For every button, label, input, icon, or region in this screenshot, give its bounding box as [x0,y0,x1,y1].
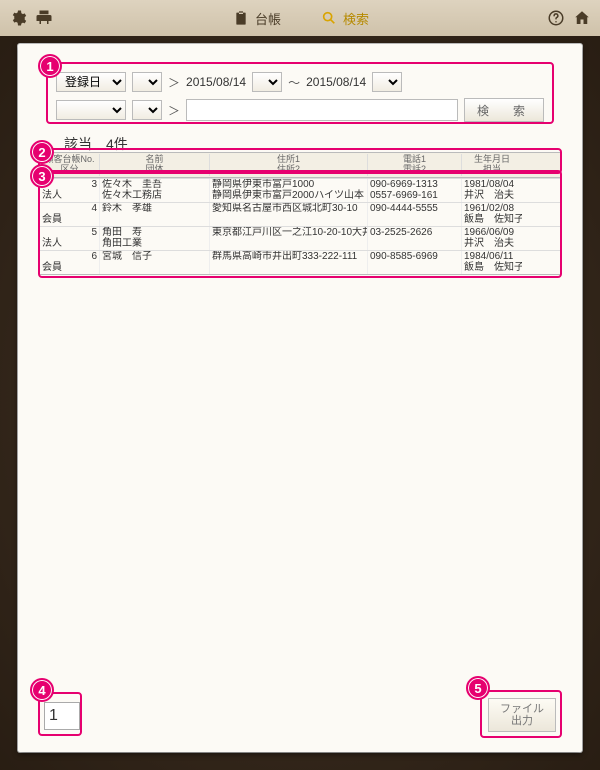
print-icon[interactable] [34,8,54,28]
top-toolbar: 台帳 検索 [0,0,600,37]
search-field2-select[interactable] [56,100,126,120]
paper-panel: 1 登録日 ＞ 2015/08/14 ～ 2015/08/14 ＞ 検 索 該当… [18,44,582,752]
date-from[interactable]: 2015/08/14 [186,75,246,89]
table-body: 3法人 佐々木 圭吾佐々木工務店 静岡県伊東市富戸1000静岡県伊東市富戸200… [40,178,560,275]
search-button[interactable]: 検索 [319,8,369,28]
gear-icon[interactable] [8,8,28,28]
run-search-button[interactable]: 検 索 [464,98,544,122]
date-to-extra[interactable] [372,72,402,92]
marker-5: 5 [466,676,490,700]
file-export-button[interactable]: ファイル 出力 [488,698,556,732]
search-field-select[interactable]: 登録日 [56,72,126,92]
ledger-label: 台帳 [255,9,281,28]
ledger-button[interactable]: 台帳 [231,8,281,28]
clipboard-icon [231,8,251,28]
result-table: 顧客台帳No.区分 名前団体 住所1住所2 電話1電話2 生年月日担当 3法人 … [40,152,560,275]
table-row[interactable]: 5法人 角田 寿角田工業 東京都江戸川区一之江10-20-10大井 03-252… [40,226,560,250]
help-icon[interactable] [546,8,566,28]
table-row[interactable]: 6会員 宮城 信子 群馬県高崎市井出町333-222-111 090-8585-… [40,250,560,274]
search-form: 登録日 ＞ 2015/08/14 ～ 2015/08/14 ＞ 検 索 [48,66,552,136]
home-icon[interactable] [572,8,592,28]
marker-1: 1 [38,54,62,78]
gt-2: ＞ [168,102,180,119]
date-from-extra[interactable] [252,72,282,92]
marker-2: 2 [30,140,54,164]
range-sep: ～ [288,74,300,91]
marker-3: 3 [30,164,54,188]
search-value-input[interactable] [186,99,458,121]
table-row[interactable]: 3法人 佐々木 圭吾佐々木工務店 静岡県伊東市富戸1000静岡県伊東市富戸200… [40,178,560,202]
search-label: 検索 [343,9,369,28]
page-number-input[interactable] [44,702,80,730]
marker-4: 4 [30,678,54,702]
date-to[interactable]: 2015/08/14 [306,75,366,89]
gt-1: ＞ [168,74,180,91]
search-op1-select[interactable] [132,72,162,92]
search-op2-select[interactable] [132,100,162,120]
result-count: 該当 4件 [64,134,128,154]
magnifier-icon [319,8,339,28]
table-header: 顧客台帳No.区分 名前団体 住所1住所2 電話1電話2 生年月日担当 [40,152,560,178]
table-row[interactable]: 4会員 鈴木 孝雄 愛知県名古屋市西区城北町30-10 090-4444-555… [40,202,560,226]
